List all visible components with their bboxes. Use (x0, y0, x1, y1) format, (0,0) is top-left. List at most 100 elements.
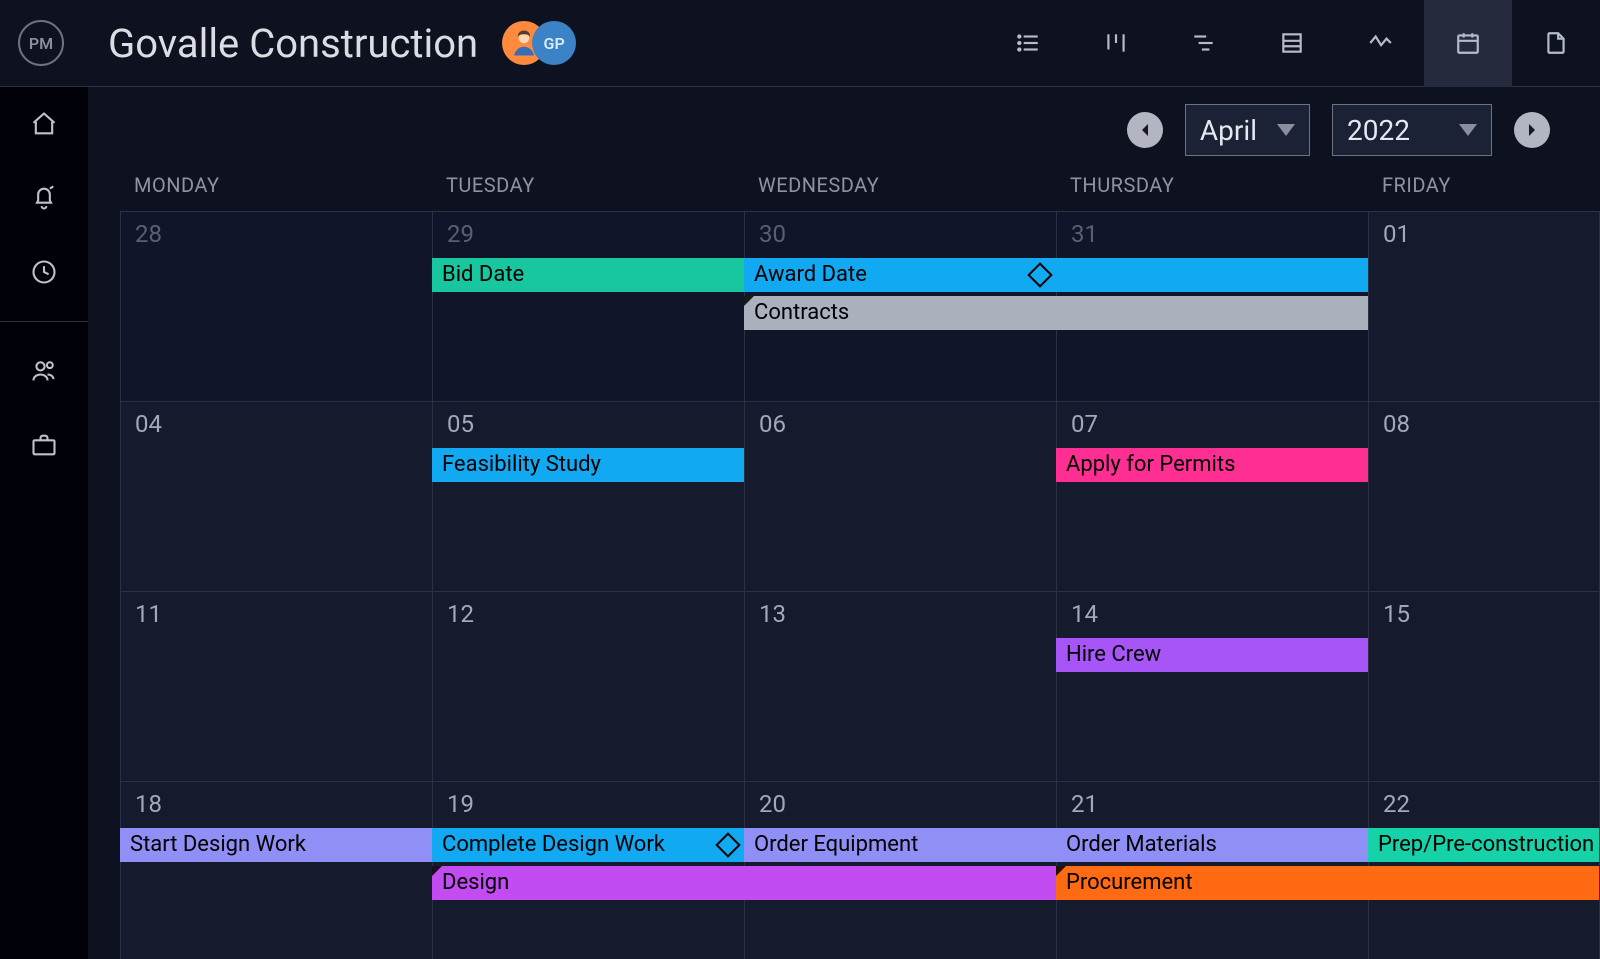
event-contracts[interactable]: Contracts (744, 296, 1057, 330)
day-cell[interactable]: 04 (121, 402, 433, 592)
event-award-date-continued[interactable] (1056, 258, 1368, 292)
year-selector[interactable]: 2022 (1332, 104, 1492, 156)
sidebar-divider (0, 321, 88, 322)
corner-icon (1056, 866, 1066, 876)
briefcase-icon[interactable] (29, 430, 59, 460)
assignee-avatars[interactable]: GP (502, 21, 576, 65)
event-prep[interactable]: Prep/Pre-construction (1368, 828, 1599, 862)
day-cell[interactable]: 22 Prep/Pre-construction (1369, 782, 1600, 959)
day-number: 30 (759, 220, 786, 248)
day-number: 13 (759, 600, 786, 628)
view-tab-calendar[interactable] (1424, 0, 1512, 87)
day-number: 19 (447, 790, 474, 818)
day-number: 28 (135, 220, 162, 248)
day-number: 06 (759, 410, 786, 438)
event-complete-design[interactable]: Complete Design Work (432, 828, 745, 862)
view-tab-gantt[interactable] (1160, 0, 1248, 87)
view-tab-sheet[interactable] (1248, 0, 1336, 87)
event-hire-crew[interactable]: Hire Crew (1056, 638, 1368, 672)
dow-mon: MONDAY (120, 173, 432, 197)
view-tab-dashboard[interactable] (1336, 0, 1424, 87)
view-tab-board[interactable] (1072, 0, 1160, 87)
day-cell[interactable]: 21 Order Materials Procurement (1057, 782, 1369, 959)
day-number: 05 (447, 410, 474, 438)
day-cell[interactable]: 11 (121, 592, 433, 782)
day-number: 07 (1071, 410, 1098, 438)
view-tab-files[interactable] (1512, 0, 1600, 87)
day-cell[interactable]: 07 Apply for Permits (1057, 402, 1369, 592)
event-award-date[interactable]: Award Date (744, 258, 1057, 292)
day-number: 14 (1071, 600, 1098, 628)
day-cell[interactable]: 08 (1369, 402, 1600, 592)
milestone-icon (715, 832, 740, 857)
day-number: 01 (1383, 220, 1410, 248)
day-cell[interactable]: 28 (121, 212, 433, 402)
dow-fri: FRIDAY (1368, 173, 1600, 197)
event-design-continued[interactable] (744, 866, 1057, 900)
day-number: 12 (447, 600, 474, 628)
date-navigator: April 2022 (88, 87, 1600, 173)
top-bar: PM Govalle Construction GP (0, 0, 1600, 87)
day-cell[interactable]: 01 (1369, 212, 1600, 402)
prev-month-button[interactable] (1127, 112, 1163, 148)
day-cell[interactable]: 30 Award Date Contracts (745, 212, 1057, 402)
day-cell[interactable]: 06 (745, 402, 1057, 592)
project-title: Govalle Construction (108, 20, 478, 67)
dow-wed: WEDNESDAY (744, 173, 1056, 197)
dow-tue: TUESDAY (432, 173, 744, 197)
app-logo[interactable]: PM (18, 20, 64, 66)
corner-icon (744, 296, 754, 306)
bell-icon[interactable] (29, 183, 59, 213)
day-cell[interactable]: 18 Start Design Work (121, 782, 433, 959)
event-label: Procurement (1066, 870, 1193, 895)
day-number: 04 (135, 410, 162, 438)
day-number: 18 (135, 790, 162, 818)
calendar-content: April 2022 MONDAY TUESDAY WEDNESDAY THUR… (88, 87, 1600, 959)
day-number: 20 (759, 790, 786, 818)
event-order-materials[interactable]: Order Materials (1056, 828, 1369, 862)
event-feasibility[interactable]: Feasibility Study (432, 448, 744, 482)
event-label: Complete Design Work (442, 832, 665, 857)
event-order-equipment[interactable]: Order Equipment (744, 828, 1057, 862)
home-icon[interactable] (29, 109, 59, 139)
clock-icon[interactable] (29, 257, 59, 287)
milestone-icon (1027, 262, 1052, 287)
left-sidebar (0, 87, 88, 959)
event-procurement[interactable]: Procurement (1056, 866, 1369, 900)
day-cell[interactable]: 12 (433, 592, 745, 782)
event-design[interactable]: Design (432, 866, 745, 900)
day-number: 31 (1071, 220, 1098, 248)
month-selector[interactable]: April (1185, 104, 1310, 156)
day-cell[interactable]: 15 (1369, 592, 1600, 782)
calendar-grid: 28 29 Bid Date 30 Award Date (120, 211, 1600, 959)
day-number: 29 (447, 220, 474, 248)
event-start-design[interactable]: Start Design Work (120, 828, 433, 862)
chevron-down-icon (1459, 124, 1477, 136)
event-apply-permits[interactable]: Apply for Permits (1056, 448, 1368, 482)
event-contracts-continued[interactable] (1056, 296, 1368, 330)
event-label: Design (442, 870, 509, 895)
calendar: MONDAY TUESDAY WEDNESDAY THURSDAY FRIDAY… (88, 173, 1600, 959)
people-icon[interactable] (29, 356, 59, 386)
day-cell[interactable]: 14 Hire Crew (1057, 592, 1369, 782)
avatar-user-2[interactable]: GP (532, 21, 576, 65)
day-cell[interactable]: 13 (745, 592, 1057, 782)
month-label: April (1200, 114, 1257, 147)
event-procurement-continued[interactable] (1368, 866, 1599, 900)
day-number: 21 (1071, 790, 1098, 818)
day-cell[interactable]: 05 Feasibility Study (433, 402, 745, 592)
day-number: 15 (1383, 600, 1410, 628)
next-month-button[interactable] (1514, 112, 1550, 148)
day-number: 11 (135, 600, 162, 628)
event-label: Award Date (754, 262, 867, 287)
event-bid-date[interactable]: Bid Date (432, 258, 744, 292)
corner-icon (432, 866, 442, 876)
day-cell[interactable]: 29 Bid Date (433, 212, 745, 402)
day-cell[interactable]: 31 (1057, 212, 1369, 402)
view-tabs (984, 0, 1600, 87)
view-tab-list[interactable] (984, 0, 1072, 87)
day-cell[interactable]: 20 Order Equipment (745, 782, 1057, 959)
day-number: 08 (1383, 410, 1410, 438)
dow-thu: THURSDAY (1056, 173, 1368, 197)
day-cell[interactable]: 19 Complete Design Work Design (433, 782, 745, 959)
